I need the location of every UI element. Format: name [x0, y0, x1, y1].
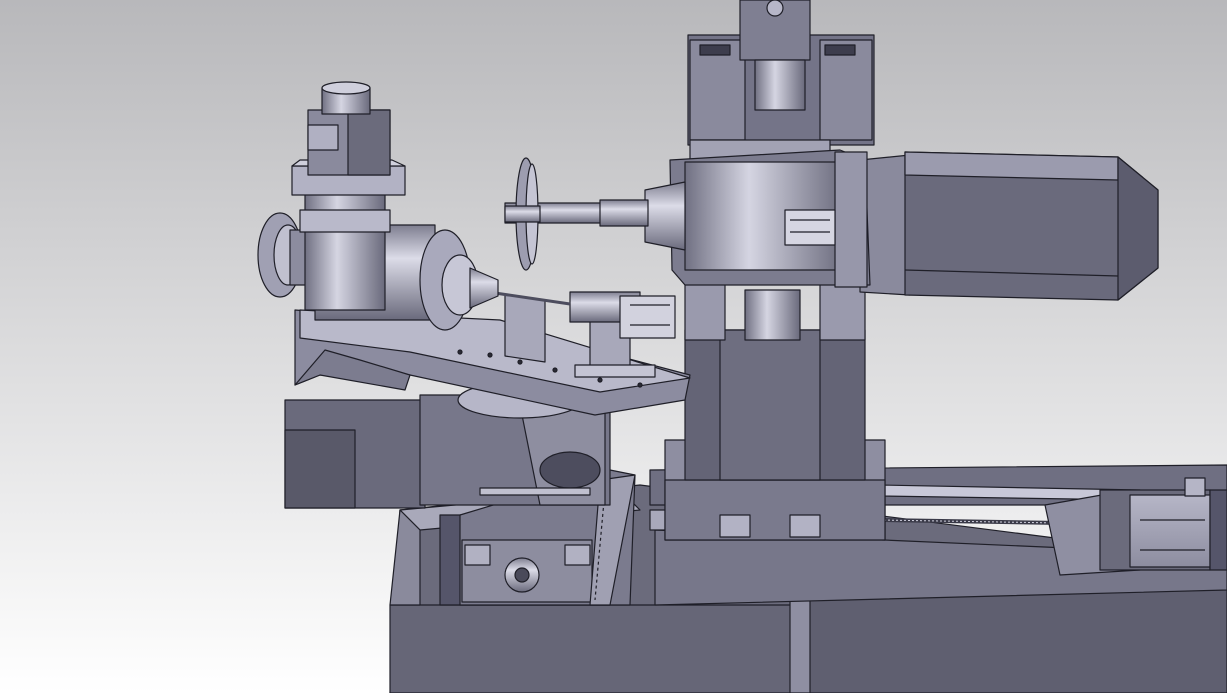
- cad-model-view[interactable]: [0, 0, 1227, 693]
- spindle-drive-motor[interactable]: [859, 151, 1159, 301]
- grinding-spindle-housing[interactable]: [644, 139, 871, 288]
- cad-viewport[interactable]: [0, 0, 1227, 693]
